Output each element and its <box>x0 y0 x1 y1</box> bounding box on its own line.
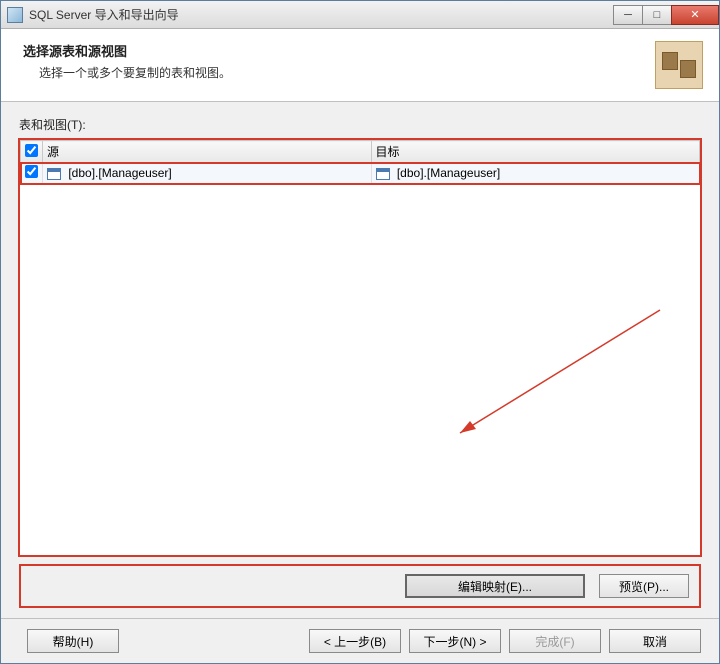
table-header-row: 源 目标 <box>21 141 700 163</box>
next-button[interactable]: 下一步(N) > <box>409 629 501 653</box>
close-button[interactable]: ✕ <box>671 5 719 25</box>
help-button[interactable]: 帮助(H) <box>27 629 119 653</box>
minimize-button[interactable]: ─ <box>613 5 643 25</box>
row-checkbox[interactable] <box>25 165 38 178</box>
row-checkbox-cell[interactable] <box>21 163 43 184</box>
header-icon <box>655 41 703 89</box>
page-subtitle: 选择一个或多个要复制的表和视图。 <box>39 64 655 81</box>
row-source-cell[interactable]: [dbo].[Manageuser] <box>43 163 372 184</box>
row-target-cell[interactable]: [dbo].[Manageuser] <box>371 163 700 184</box>
maximize-button[interactable]: □ <box>642 5 672 25</box>
edit-mapping-button[interactable]: 编辑映射(E)... <box>405 574 585 598</box>
tables-label: 表和视图(T): <box>19 116 701 133</box>
titlebar[interactable]: SQL Server 导入和导出向导 ─ □ ✕ <box>1 1 719 29</box>
table-icon <box>47 168 61 180</box>
tables-grid[interactable]: 源 目标 [dbo].[Manageuser] <box>19 139 701 556</box>
page-title: 选择源表和源视图 <box>23 41 655 60</box>
select-all-checkbox[interactable] <box>25 144 38 157</box>
content-area: 表和视图(T): 源 目标 <box>1 102 719 618</box>
row-source-text: [dbo].[Manageuser] <box>68 166 171 180</box>
wizard-footer: 帮助(H) < 上一步(B) 下一步(N) > 完成(F) 取消 <box>1 618 719 663</box>
table-icon <box>376 168 390 180</box>
app-icon <box>7 7 23 23</box>
window-buttons: ─ □ ✕ <box>614 5 719 25</box>
back-button[interactable]: < 上一步(B) <box>309 629 401 653</box>
column-target[interactable]: 目标 <box>371 141 700 163</box>
cancel-button[interactable]: 取消 <box>609 629 701 653</box>
row-target-text: [dbo].[Manageuser] <box>397 166 500 180</box>
table-row[interactable]: [dbo].[Manageuser] [dbo].[Manageuser] <box>21 163 700 184</box>
window-title: SQL Server 导入和导出向导 <box>29 6 614 23</box>
finish-button[interactable]: 完成(F) <box>509 629 601 653</box>
preview-button[interactable]: 预览(P)... <box>599 574 689 598</box>
wizard-header: 选择源表和源视图 选择一个或多个要复制的表和视图。 <box>1 29 719 102</box>
mapping-actions: 编辑映射(E)... 预览(P)... <box>19 564 701 608</box>
header-checkbox-cell[interactable] <box>21 141 43 163</box>
wizard-window: SQL Server 导入和导出向导 ─ □ ✕ 选择源表和源视图 选择一个或多… <box>0 0 720 664</box>
column-source[interactable]: 源 <box>43 141 372 163</box>
